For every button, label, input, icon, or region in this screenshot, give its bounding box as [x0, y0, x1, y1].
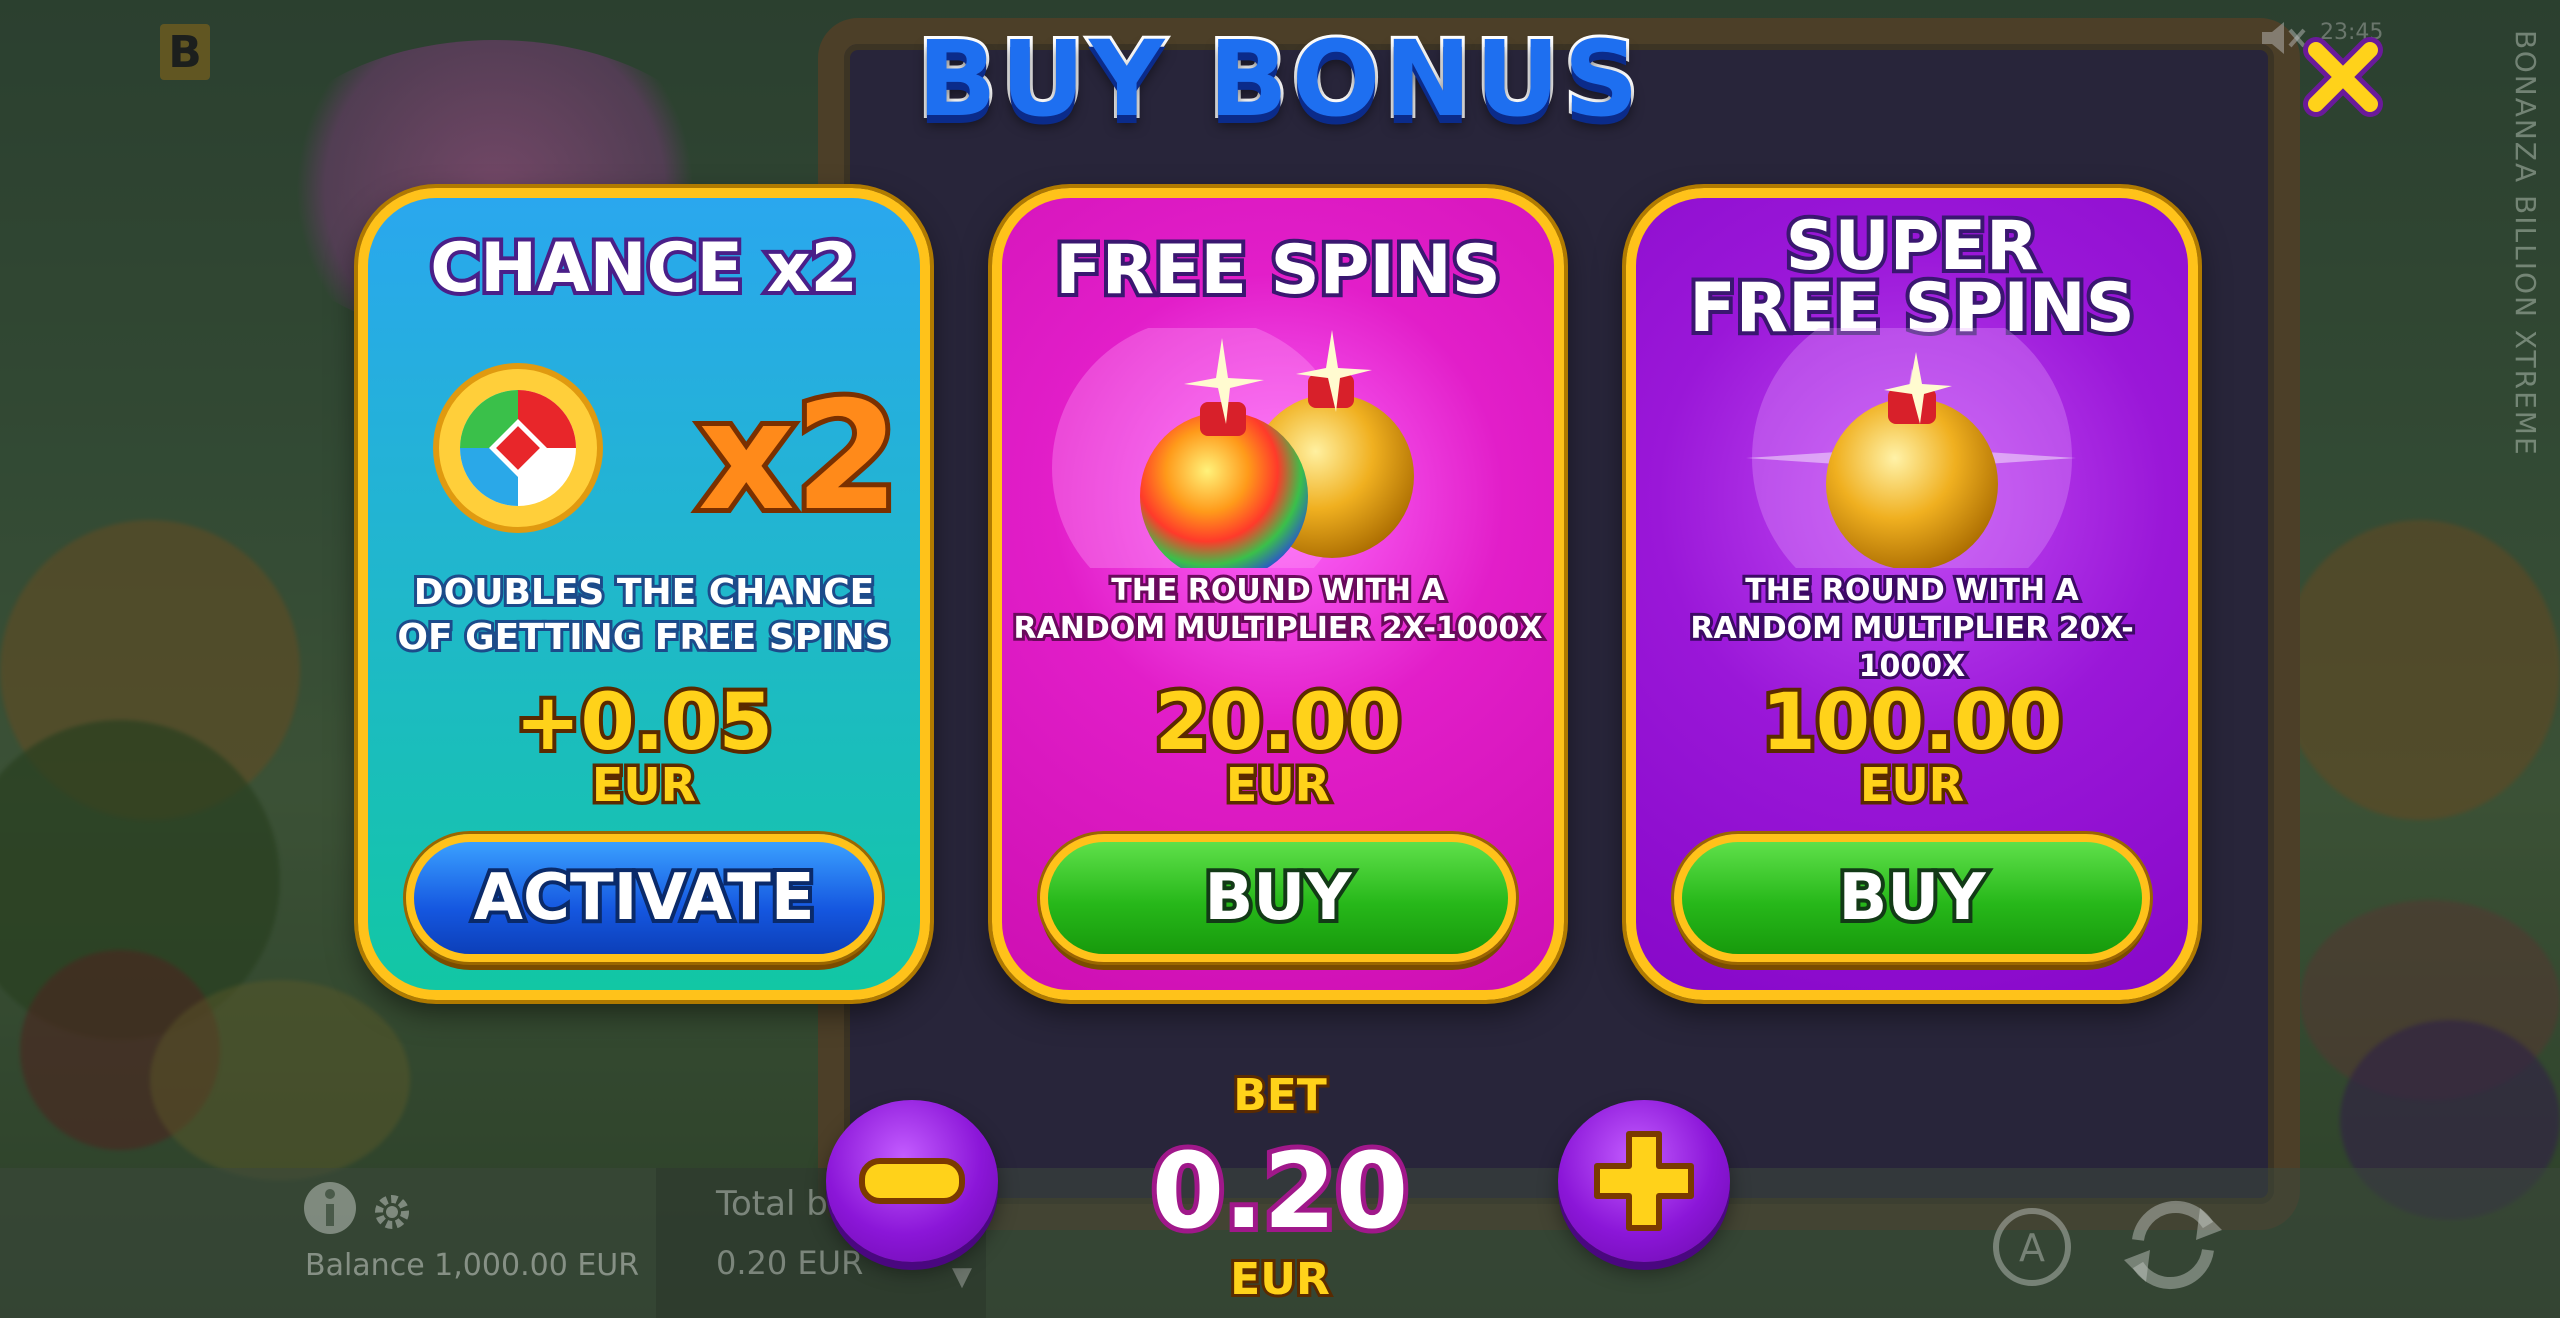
card-price: 100.00 — [1758, 674, 2067, 772]
super-free-spins-art — [1636, 298, 2188, 618]
bonus-card-free-spins: FREE SPINS THE ROUND WITH A RANDOM MULTI… — [992, 188, 1564, 1000]
desc-line: DOUBLES THE CHANCE — [411, 569, 878, 616]
card-currency: EUR — [1856, 755, 1967, 816]
card-title: FREE SPINS — [1002, 231, 1554, 310]
bonus-card-chance-x2: CHANCE x2 x2 DOUBLES THE CHANCE OF GETTI… — [358, 188, 930, 1000]
desc-line: RANDOM MULTIPLIER 20X-1000X — [1687, 608, 2136, 687]
card-price: 20.00 — [1151, 674, 1406, 772]
card-title: CHANCE x2 — [368, 229, 920, 308]
bet-increase-button[interactable] — [1558, 1100, 1730, 1262]
card-description: THE ROUND WITH A RANDOM MULTIPLIER 2X-10… — [1010, 570, 1545, 649]
card-title: SUPER FREE SPINS — [1636, 209, 2188, 347]
desc-line: OF GETTING FREE SPINS — [394, 614, 893, 661]
bet-value: 0.20 — [1147, 1125, 1414, 1257]
plus-icon — [1594, 1131, 1694, 1231]
bonus-card-super-free-spins: SUPER FREE SPINS THE ROUND WITH A RANDOM… — [1626, 188, 2198, 1000]
card-price: +0.05 — [511, 674, 777, 772]
bet-label: BET — [1230, 1067, 1330, 1124]
activate-button[interactable]: ACTIVATE — [406, 834, 882, 962]
desc-line: THE ROUND WITH A — [1108, 570, 1447, 611]
buy-super-free-spins-button[interactable]: BUY — [1674, 834, 2150, 962]
free-spins-art — [1002, 318, 1554, 618]
card-description: THE ROUND WITH A RANDOM MULTIPLIER 20X-1… — [1646, 570, 2178, 687]
card-currency: EUR — [1222, 755, 1333, 816]
close-button[interactable] — [2298, 32, 2388, 122]
desc-line: THE ROUND WITH A — [1742, 570, 2081, 611]
card-description: DOUBLES THE CHANCE OF GETTING FREE SPINS — [378, 569, 910, 661]
close-icon — [2303, 37, 2383, 117]
card-currency: EUR — [588, 755, 699, 816]
buy-free-spins-button[interactable]: BUY — [1040, 834, 1516, 962]
card-title-line: CHANCE x2 — [426, 229, 862, 308]
chance-x2-art: x2 — [368, 328, 920, 568]
desc-line: RANDOM MULTIPLIER 2X-1000X — [1010, 608, 1545, 649]
card-title-line: FREE SPINS — [1051, 231, 1504, 310]
buy-bonus-title: BUY BONUS — [914, 15, 1643, 143]
bet-currency: EUR — [1227, 1251, 1333, 1308]
flower-ball-icon — [433, 363, 603, 533]
x2-glyph: x2 — [698, 370, 899, 544]
